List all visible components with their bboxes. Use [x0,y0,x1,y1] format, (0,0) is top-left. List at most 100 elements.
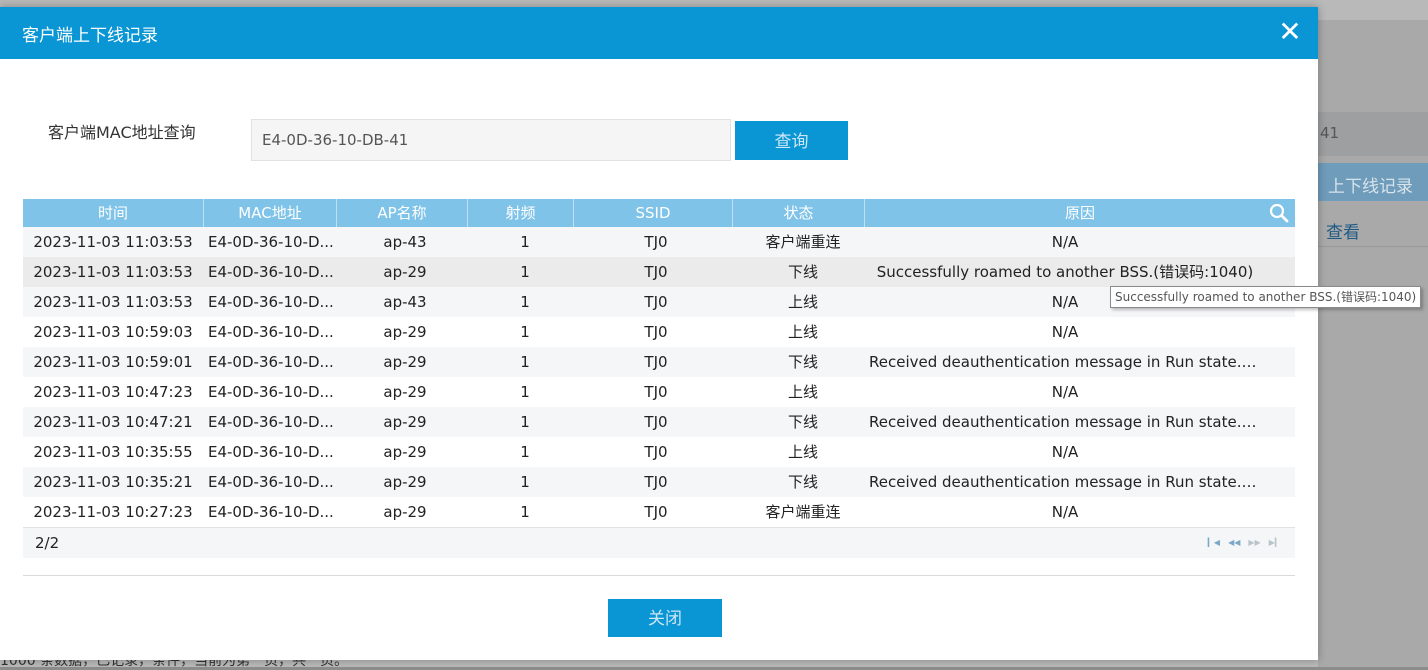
time-cell: 2023-11-03 10:47:23 [33,383,193,401]
ssid-cell: TJ0 [644,353,668,371]
time-cell: 2023-11-03 10:59:03 [33,323,193,341]
footer-divider [23,575,1295,576]
table-row[interactable]: 2023-11-03 10:35:55 E4-0D-36-10-D... ap-29… [23,437,1295,467]
prev-page-icon[interactable]: ◀◀ [1228,538,1240,547]
background-tab: 上下线记录 [1318,163,1428,201]
table-row[interactable]: 2023-11-03 11:03:53 E4-0D-36-10-D... ap-43… [23,227,1295,257]
mac-cell: E4-0D-36-10-D... [208,503,334,521]
ssid-cell: TJ0 [644,263,668,281]
mac-cell: E4-0D-36-10-D... [208,473,334,491]
ap-name-cell: ap-29 [383,353,427,371]
mac-cell: E4-0D-36-10-D... [208,413,334,431]
reason-cell: N/A [1051,383,1079,401]
client-online-offline-dialog: 客户端上下线记录 ✕ 客户端MAC地址查询 查询 时间 MAC地址 AP名称 射… [0,7,1318,660]
dialog-title: 客户端上下线记录 [22,26,158,46]
close-icon[interactable]: ✕ [1276,18,1304,46]
table-row[interactable]: 2023-11-03 10:35:21 E4-0D-36-10-D... ap-29… [23,467,1295,497]
mac-query-input[interactable] [251,119,731,161]
mac-cell: E4-0D-36-10-D... [208,293,334,311]
ssid-cell: TJ0 [644,413,668,431]
state-cell: 上线 [787,383,818,401]
pager: ▎◀ ◀◀ ▶▶ ▶▎ [1208,538,1281,547]
table-row[interactable]: 2023-11-03 11:03:53 E4-0D-36-10-D... ap-29… [23,257,1295,287]
radio-cell: 1 [520,353,530,371]
ssid-cell: TJ0 [644,293,668,311]
state-cell: 下线 [787,353,818,371]
state-cell: 上线 [787,443,818,461]
table-row[interactable]: 2023-11-03 10:27:23 E4-0D-36-10-D... ap-29… [23,497,1295,527]
ap-name-cell: ap-43 [383,233,427,251]
time-cell: 2023-11-03 10:59:01 [33,353,193,371]
ap-name-cell: ap-29 [383,473,427,491]
ap-name-cell: ap-29 [383,323,427,341]
background-tab-label: 上下线记录 [1328,177,1413,197]
radio-cell: 1 [520,413,530,431]
table-row[interactable]: 2023-11-03 10:47:21 E4-0D-36-10-D... ap-29… [23,407,1295,437]
reason-cell: Received deauthentication message in Run… [869,353,1261,371]
radio-cell: 1 [520,293,530,311]
header-ap-name[interactable]: AP名称 [337,199,468,227]
background-row: 41 [1318,112,1428,156]
first-page-icon[interactable]: ▎◀ [1208,538,1220,547]
state-cell: 下线 [787,473,818,491]
mac-cell: E4-0D-36-10-D... [208,323,334,341]
ap-name-cell: ap-29 [383,263,427,281]
header-ssid[interactable]: SSID [574,199,733,227]
table-header: 时间 MAC地址 AP名称 射频 SSID 状态 原因 [23,199,1295,227]
radio-cell: 1 [520,473,530,491]
table-footer: 2/2 ▎◀ ◀◀ ▶▶ ▶▎ [23,527,1295,558]
query-button[interactable]: 查询 [735,121,848,160]
time-cell: 2023-11-03 11:03:53 [33,233,193,251]
header-state[interactable]: 状态 [733,199,865,227]
mac-cell: E4-0D-36-10-D... [208,383,334,401]
time-cell: 2023-11-03 10:47:21 [33,413,193,431]
ssid-cell: TJ0 [644,473,668,491]
dialog-header: 客户端上下线记录 ✕ [0,7,1318,59]
ap-name-cell: ap-29 [383,383,427,401]
close-button[interactable]: 关闭 [608,599,722,637]
table-row[interactable]: 2023-11-03 10:47:23 E4-0D-36-10-D... ap-29… [23,377,1295,407]
state-cell: 上线 [787,323,818,341]
header-time[interactable]: 时间 [23,199,204,227]
records-table: 时间 MAC地址 AP名称 射频 SSID 状态 原因 2023-11-03 1… [23,199,1295,558]
search-icon[interactable] [1269,203,1289,223]
mac-cell: E4-0D-36-10-D... [208,233,334,251]
reason-cell: N/A [1051,323,1079,341]
radio-cell: 1 [520,443,530,461]
reason-cell: Received deauthentication message in Run… [869,413,1261,431]
header-mac[interactable]: MAC地址 [204,199,337,227]
time-cell: 2023-11-03 10:35:21 [33,473,193,491]
state-cell: 上线 [787,293,818,311]
reason-tooltip: Successfully roamed to another BSS.(错误码:… [1110,286,1422,308]
state-cell: 客户端重连 [765,503,841,521]
ap-name-cell: ap-29 [383,413,427,431]
header-radio[interactable]: 射频 [468,199,574,227]
time-cell: 2023-11-03 11:03:53 [33,263,193,281]
ssid-cell: TJ0 [644,383,668,401]
table-row[interactable]: 2023-11-03 11:03:53 E4-0D-36-10-D... ap-43… [23,287,1295,317]
table-row[interactable]: 2023-11-03 10:59:01 E4-0D-36-10-D... ap-29… [23,347,1295,377]
ap-name-cell: ap-43 [383,293,427,311]
radio-cell: 1 [520,323,530,341]
table-row[interactable]: 2023-11-03 10:59:03 E4-0D-36-10-D... ap-29… [23,317,1295,347]
last-page-icon[interactable]: ▶▎ [1269,538,1281,547]
page-count: 2/2 [35,534,60,552]
background-divider [1318,246,1428,247]
radio-cell: 1 [520,263,530,281]
time-cell: 2023-11-03 10:27:23 [33,503,193,521]
time-cell: 2023-11-03 10:35:55 [33,443,193,461]
state-cell: 客户端重连 [765,233,841,251]
ssid-cell: TJ0 [644,443,668,461]
background-view-link: 查看 [1326,223,1360,243]
background-row-text: 41 [1320,124,1340,142]
reason-cell: Successfully roamed to another BSS.(错误码:… [876,263,1254,281]
ssid-cell: TJ0 [644,503,668,521]
reason-cell: N/A [1051,233,1079,251]
time-cell: 2023-11-03 11:03:53 [33,293,193,311]
radio-cell: 1 [520,383,530,401]
header-reason[interactable]: 原因 [865,199,1295,227]
reason-cell: Received deauthentication message in Run… [869,473,1261,491]
ap-name-cell: ap-29 [383,503,427,521]
next-page-icon[interactable]: ▶▶ [1248,538,1260,547]
mac-cell: E4-0D-36-10-D... [208,263,334,281]
